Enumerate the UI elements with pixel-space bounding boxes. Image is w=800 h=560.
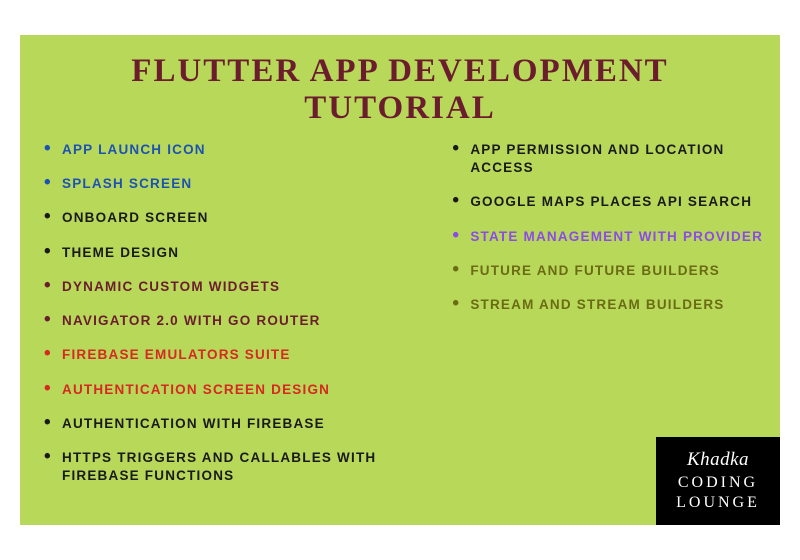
list-item: DYNAMIC CUSTOM WIDGETS [42, 278, 414, 296]
list-item: AUTHENTICATION SCREEN DESIGN [42, 381, 414, 399]
list-item: STATE MANAGEMENT WITH PROVIDER [450, 228, 765, 246]
logo-script-text: Khadka [687, 449, 749, 471]
brand-logo: Khadka CODING LOUNGE [656, 437, 780, 525]
list-item: GOOGLE MAPS PLACES API SEARCH [450, 193, 765, 211]
list-item: HTTPS TRIGGERS AND CALLABLES WITH FIREBA… [42, 449, 414, 485]
left-column: APP LAUNCH ICON SPLASH SCREEN ONBOARD SCRE… [42, 141, 414, 501]
list-item: THEME DESIGN [42, 244, 414, 262]
logo-main-text: CODING LOUNGE [676, 473, 760, 513]
list-item: ONBOARD SCREEN [42, 209, 414, 227]
list-item: FIREBASE EMULATORS SUITE [42, 346, 414, 364]
left-topic-list: APP LAUNCH ICON SPLASH SCREEN ONBOARD SCRE… [42, 141, 414, 485]
list-item: STREAM AND STREAM BUILDERS [450, 296, 765, 314]
list-item: NAVIGATOR 2.0 WITH GO ROUTER [42, 312, 414, 330]
list-item: APP PERMISSION AND LOCATION ACCESS [450, 141, 765, 177]
tutorial-card: FLUTTER APP DEVELOPMENT TUTORIAL APP LAU… [20, 35, 780, 525]
list-item: FUTURE AND FUTURE BUILDERS [450, 262, 765, 280]
logo-line2: LOUNGE [676, 494, 760, 511]
list-item: AUTHENTICATION WITH FIREBASE [42, 415, 414, 433]
page-title: FLUTTER APP DEVELOPMENT TUTORIAL [42, 53, 758, 127]
topic-columns: APP LAUNCH ICON SPLASH SCREEN ONBOARD SCRE… [42, 141, 758, 501]
list-item: APP LAUNCH ICON [42, 141, 414, 159]
right-topic-list: APP PERMISSION AND LOCATION ACCESS GOOGLE… [450, 141, 765, 314]
list-item: SPLASH SCREEN [42, 175, 414, 193]
logo-line1: CODING [678, 474, 758, 491]
